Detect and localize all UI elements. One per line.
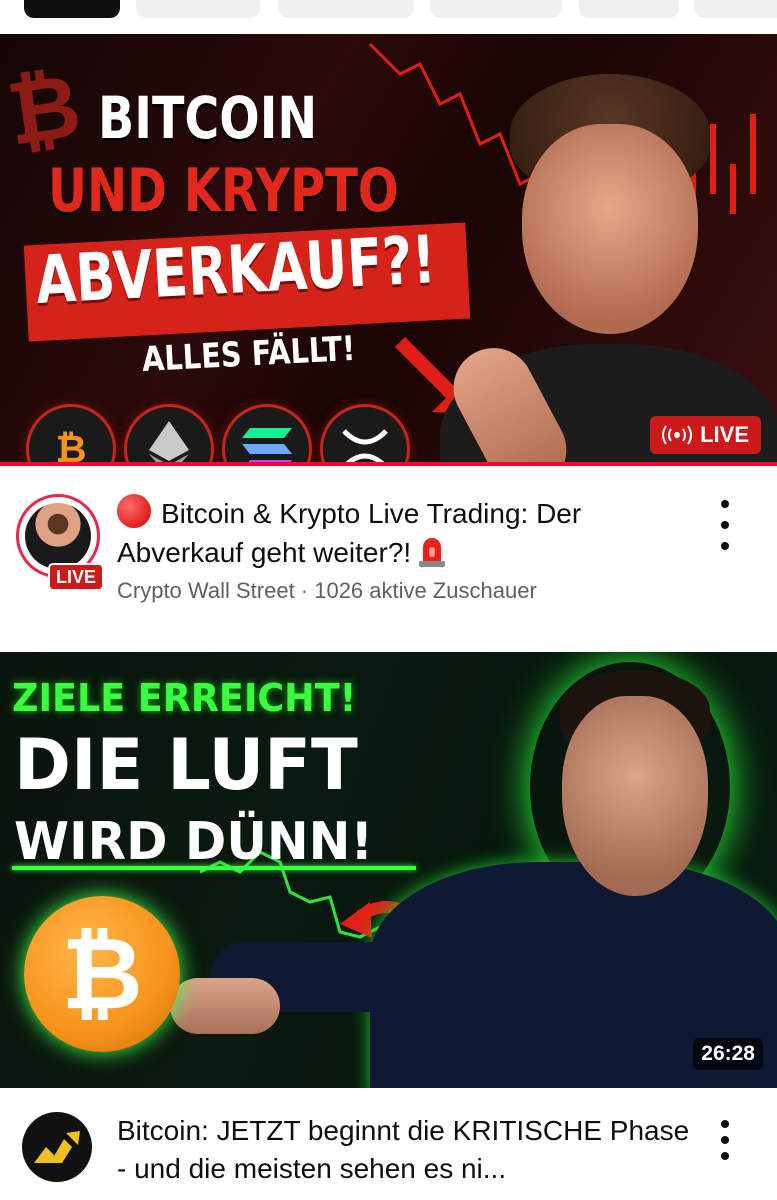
bitcoin-icon: ₿ <box>26 404 116 466</box>
ethereum-icon <box>124 404 214 466</box>
thumbnail-headline-3: WIRD DÜNN! <box>14 812 374 872</box>
channel-avatar[interactable] <box>22 1112 92 1182</box>
broadcast-icon <box>662 425 693 445</box>
thumbnail-underline <box>12 866 416 870</box>
video-meta-1: LIVE Bitcoin & Krypto Live Trading: Der … <box>0 488 777 628</box>
bitcoin-symbol: ₿ <box>61 915 143 1032</box>
more-options-icon[interactable] <box>713 500 737 550</box>
red-circle-icon <box>117 494 151 528</box>
filter-chip[interactable] <box>430 0 562 18</box>
filter-chip-selected[interactable] <box>24 0 120 18</box>
thumbnail-headline-1: ZIELE ERREICHT! <box>12 676 357 720</box>
thumbnail-headline-4: ALLES FÄLLT! <box>140 328 357 380</box>
solana-icon <box>222 404 312 466</box>
thumbnail-headline-2: DIE LUFT <box>14 724 358 806</box>
video-title[interactable]: Bitcoin: JETZT beginnt die KRITISCHE Pha… <box>117 1112 697 1188</box>
bitcoin-icon: ₿ <box>24 896 180 1052</box>
video-title[interactable]: Bitcoin & Krypto Live Trading: Der Abver… <box>117 494 697 572</box>
more-options-icon[interactable] <box>713 1120 737 1160</box>
video-duration: 26:28 <box>693 1038 763 1070</box>
channel-logo-icon <box>34 1131 80 1163</box>
video-title-text: Bitcoin & Krypto Live Trading: Der Abver… <box>117 498 582 568</box>
thumbnail-headline-1: BITCOIN <box>98 84 318 152</box>
video-meta-2: Bitcoin: JETZT beginnt die KRITISCHE Pha… <box>0 1108 777 1200</box>
filter-chip[interactable] <box>136 0 260 18</box>
live-progress-bar <box>0 462 777 466</box>
avatar-live-badge: LIVE <box>48 563 105 591</box>
live-badge: LIVE <box>650 416 761 454</box>
channel-info[interactable]: Crypto Wall Street · 1026 aktive Zuschau… <box>117 578 537 604</box>
video-thumbnail-1[interactable]: ₿ BITCOIN UND KRYPTO ABVERKAUF?! ALLES F… <box>0 34 777 466</box>
svg-text:₿: ₿ <box>56 427 87 466</box>
thumbnail-headline-2: UND KRYPTO <box>48 156 399 226</box>
filter-chip[interactable] <box>694 0 777 18</box>
live-badge-label: LIVE <box>700 422 749 447</box>
filter-chip-bar <box>0 0 777 34</box>
avatar-image <box>25 503 91 569</box>
filter-chip[interactable] <box>579 0 679 18</box>
siren-icon <box>419 538 446 567</box>
filter-chip[interactable] <box>278 0 414 18</box>
channel-avatar[interactable]: LIVE <box>16 494 105 591</box>
bitcoin-logo-bg: ₿ <box>1 53 87 166</box>
thumbnail-person <box>439 64 777 466</box>
